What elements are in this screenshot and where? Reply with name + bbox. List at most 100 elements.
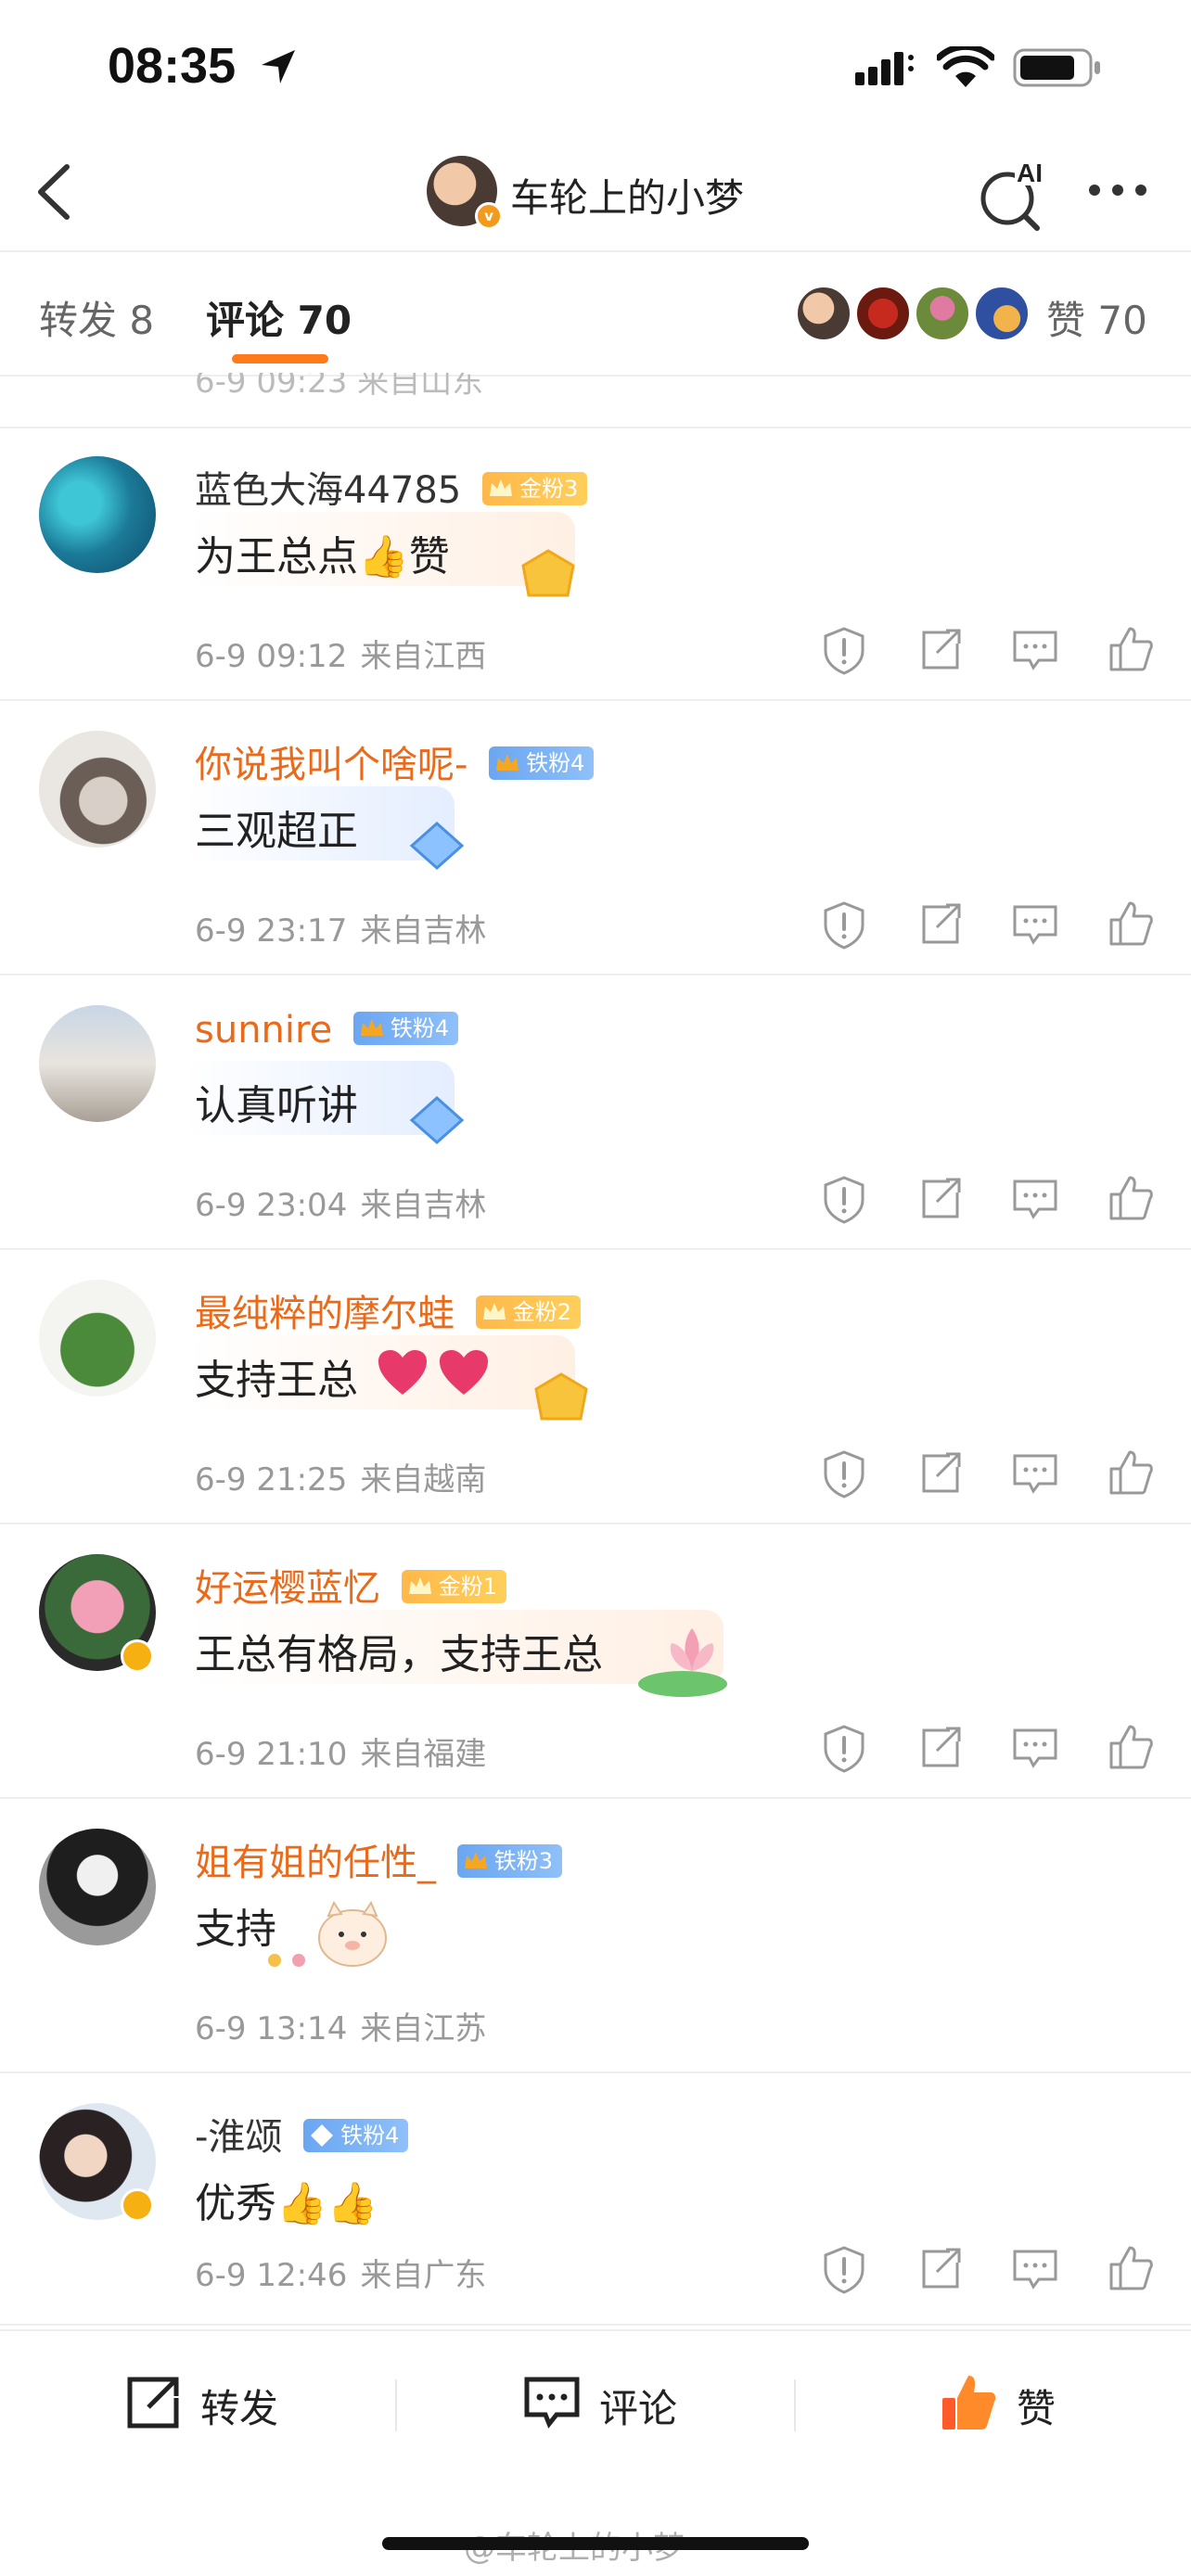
partial-comment-row: 6-9 09:23 来自山东 [0,373,1191,428]
home-indicator[interactable] [382,2537,809,2550]
comment-text[interactable]: 认真听讲 [195,1072,358,1131]
comment-actions [816,2240,1159,2296]
repost-button[interactable]: 转发 [121,2370,306,2435]
repost-label: 转发 [200,2386,279,2431]
avatar[interactable] [39,1280,156,1396]
comment-date: 6-9 23:17 [195,912,348,950]
report-icon[interactable] [816,896,872,951]
tab-repost[interactable]: 转发 8 [39,289,154,346]
fan-badge: 金粉2 [475,1295,581,1329]
heart-emoji-icon [440,1350,488,1395]
report-icon[interactable] [816,1445,872,1500]
more-options-icon[interactable] [1085,176,1150,204]
comment-text[interactable]: 优秀👍👍 [195,2170,378,2229]
comment-text[interactable]: 支持王总 [195,1346,358,1406]
comment-date: 6-9 12:46 [195,2257,348,2294]
tab-like[interactable]: 赞 70 [1046,289,1147,346]
comment-actions [816,896,1159,951]
like-thumb-icon[interactable] [1102,1719,1158,1775]
reply-icon[interactable] [1007,1170,1063,1226]
active-tab-indicator [232,354,328,363]
verified-badge-icon [121,1639,154,1673]
comment-username[interactable]: -淮颂 铁粉4 [195,2107,409,2161]
share-icon[interactable] [913,1445,968,1500]
verified-badge-icon [121,2188,154,2222]
fan-level-icon [482,1303,506,1320]
comment-item: sunnire 铁粉4 认真听讲 6-9 23:04 来自吉林 [0,976,1191,1250]
page-title[interactable]: 车轮上的小梦 [510,167,744,223]
comment-item: 你说我叫个啥呢- 铁粉4 三观超正 6-9 23:17 来自吉林 [0,701,1191,976]
comment-text[interactable]: 为王总点👍赞 [195,523,450,582]
share-icon[interactable] [913,1170,968,1226]
share-icon[interactable] [913,2240,968,2296]
comment-meta: 6-9 12:46 来自广东 [195,2250,499,2295]
fan-badge: 金粉3 [481,472,588,505]
username-text: 蓝色大海44785 [195,469,462,512]
fan-badge: 铁粉4 [489,746,595,780]
fan-badge-label: 铁粉4 [390,1015,450,1041]
comment-date: 6-9 23:04 [195,1187,348,1224]
comment-item: 好运樱蓝忆 金粉1 王总有格局，支持王总 6-9 21:10 来自福建 [0,1524,1191,1799]
avatar[interactable] [39,456,156,573]
like-thumb-icon[interactable] [1102,2240,1158,2296]
comment-label: 评论 [599,2386,678,2431]
like-button[interactable]: 赞 [937,2370,1104,2435]
back-arrow-icon[interactable] [28,159,83,224]
like-thumb-icon[interactable] [1102,1170,1158,1226]
comment-meta: 6-9 21:10 来自福建 [195,1728,499,1774]
report-icon[interactable] [816,1170,872,1226]
report-icon[interactable] [816,621,872,677]
comment-location: 来自江西 [360,638,487,675]
comment-button[interactable]: 评论 [519,2370,705,2435]
fan-badge: 铁粉4 [303,2119,409,2152]
ai-search-icon[interactable]: AI [976,158,1050,232]
reply-icon[interactable] [1007,1719,1063,1775]
username-text: 最纯粹的摩尔蛙 [195,1293,455,1335]
comment-username[interactable]: 姐有姐的任性_ 铁粉3 [195,1832,562,1886]
comment-text[interactable]: 王总有格局，支持王总 [195,1621,603,1680]
comment-item: 姐有姐的任性_ 铁粉3 支持 6-9 13:14 来自江苏 [0,1799,1191,2073]
author-avatar[interactable]: v [427,156,503,230]
like-thumb-icon[interactable] [1102,896,1158,951]
comment-username[interactable]: 最纯粹的摩尔蛙 金粉2 [195,1283,581,1337]
comment-date: 6-9 21:25 [195,1461,348,1498]
comment-actions [816,1170,1159,1226]
comment-username[interactable]: 蓝色大海44785 金粉3 [195,460,588,514]
username-text: 好运樱蓝忆 [195,1567,380,1610]
fan-badge-label: 铁粉3 [493,1848,553,1874]
report-icon[interactable] [816,2240,872,2296]
status-time: 08:35 [108,38,237,94]
fan-level-icon [360,1019,383,1036]
comment-username[interactable]: 好运樱蓝忆 金粉1 [195,1558,506,1612]
fan-badge: 铁粉3 [456,1844,562,1878]
comment-text[interactable]: 三观超正 [195,797,358,857]
comment-username[interactable]: sunnire 铁粉4 [195,1009,459,1052]
reply-icon[interactable] [1007,621,1063,677]
avatar[interactable] [39,1829,156,1945]
reply-icon[interactable] [1007,2240,1063,2296]
comment-date: 6-9 13:14 [195,2010,348,2047]
comment-location: 来自越南 [360,1461,487,1498]
fan-level-icon [408,1577,431,1594]
comment-username[interactable]: 你说我叫个啥呢- 铁粉4 [195,734,595,788]
like-thumb-icon[interactable] [1102,1445,1158,1500]
cartoon-pig-sticker-icon [268,1900,387,1967]
share-icon[interactable] [913,1719,968,1775]
navigation-bar: v 车轮上的小梦 AI [0,139,1191,250]
comment-location: 来自江苏 [360,2010,487,2047]
liker-avatar [855,286,911,341]
like-thumb-icon[interactable] [1102,621,1158,677]
share-icon[interactable] [913,896,968,951]
liker-avatar [915,286,970,341]
username-text: 姐有姐的任性_ [195,1842,436,1884]
divider [794,2379,796,2431]
avatar[interactable] [39,1005,156,1122]
reply-icon[interactable] [1007,896,1063,951]
share-icon[interactable] [913,621,968,677]
reply-icon[interactable] [1007,1445,1063,1500]
report-icon[interactable] [816,1719,872,1775]
tab-comment[interactable]: 评论 70 [206,289,352,346]
location-arrow-icon [262,50,295,83]
battery-icon [1013,48,1100,87]
avatar[interactable] [39,731,156,848]
